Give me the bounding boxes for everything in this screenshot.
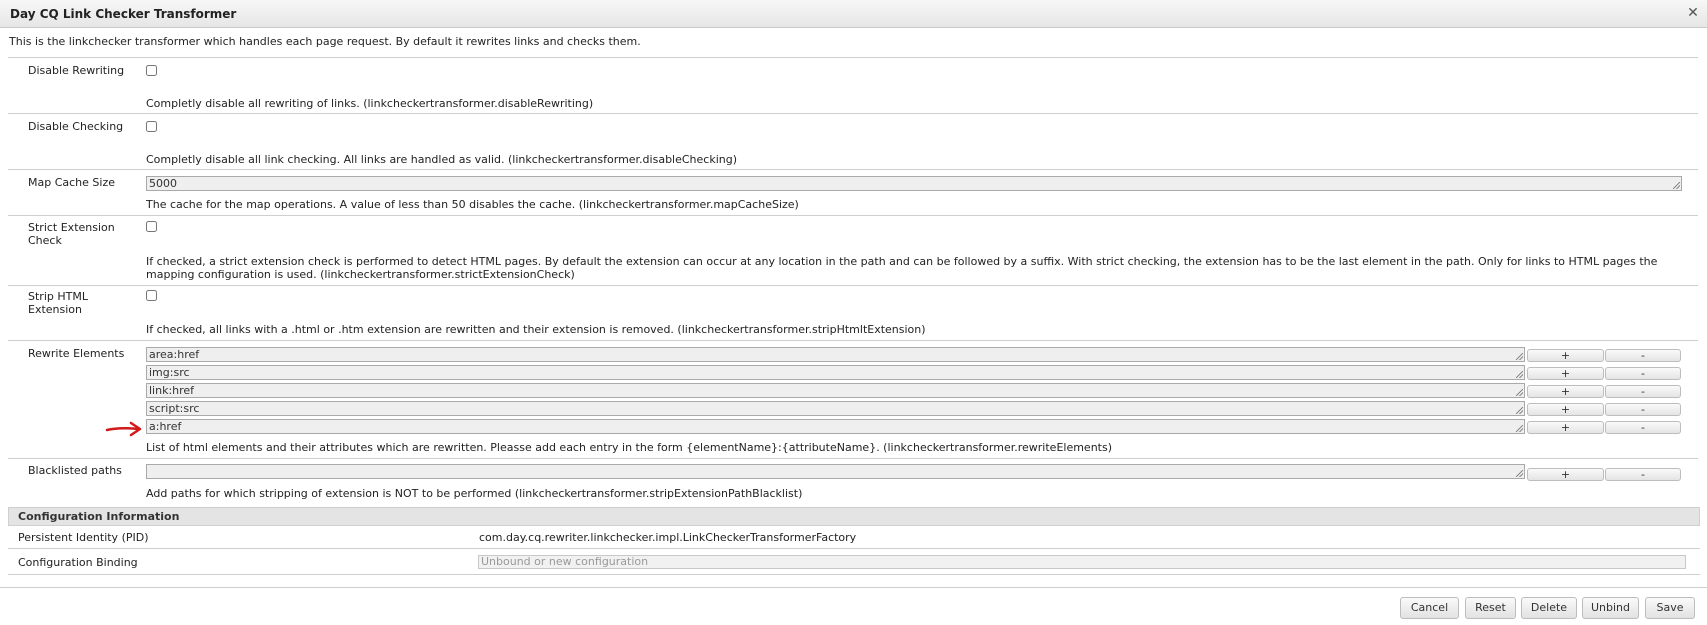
add-entry-button[interactable]: +: [1527, 385, 1604, 398]
divider: [8, 285, 1698, 286]
rewrite-element-value: img:src: [149, 366, 190, 379]
blacklisted-paths-help: Add paths for which stripping of extensi…: [146, 487, 803, 500]
rewrite-element-input[interactable]: a:href: [146, 419, 1525, 434]
blacklisted-paths-label: Blacklisted paths: [28, 464, 122, 477]
rewrite-element-input[interactable]: script:src: [146, 401, 1525, 416]
pid-value: com.day.cq.rewriter.linkchecker.impl.Lin…: [479, 531, 857, 544]
disable-checking-checkbox[interactable]: [146, 121, 157, 132]
rewrite-elements-help: List of html elements and their attribut…: [146, 441, 1113, 454]
divider: [8, 574, 1700, 575]
add-entry-button[interactable]: +: [1527, 403, 1604, 416]
rewrite-element-input[interactable]: link:href: [146, 383, 1525, 398]
resize-grip-icon[interactable]: [1673, 182, 1680, 189]
remove-entry-button[interactable]: -: [1605, 403, 1681, 416]
add-entry-button[interactable]: +: [1527, 421, 1604, 434]
config-info-heading: Configuration Information: [18, 510, 180, 523]
close-icon[interactable]: ✕: [1685, 5, 1701, 21]
red-arrow-icon: [105, 421, 142, 437]
rewrite-element-value: link:href: [149, 384, 195, 397]
disable-rewriting-help: Completly disable all rewriting of links…: [146, 97, 594, 110]
strict-extension-check-checkbox[interactable]: [146, 221, 157, 232]
resize-grip-icon[interactable]: [1516, 371, 1523, 378]
resize-grip-icon[interactable]: [1516, 407, 1523, 414]
cancel-button[interactable]: Cancel: [1400, 597, 1459, 619]
binding-field[interactable]: Unbound or new configuration: [478, 555, 1686, 569]
dialog-title: Day CQ Link Checker Transformer: [10, 7, 237, 21]
divider: [8, 215, 1698, 216]
binding-label: Configuration Binding: [18, 556, 138, 569]
save-button[interactable]: Save: [1645, 597, 1695, 619]
dialog-titlebar: Day CQ Link Checker Transformer ✕: [0, 0, 1707, 28]
map-cache-size-label: Map Cache Size: [28, 176, 115, 189]
strip-html-extension-checkbox[interactable]: [146, 290, 157, 301]
strict-extension-check-label: Strict Extension Check: [28, 221, 115, 247]
pid-label: Persistent Identity (PID): [18, 531, 149, 544]
blacklisted-path-input[interactable]: [146, 464, 1525, 479]
delete-button[interactable]: Delete: [1521, 597, 1577, 619]
divider: [8, 548, 1700, 549]
disable-checking-label: Disable Checking: [28, 120, 124, 133]
rewrite-element-value: area:href: [149, 348, 200, 361]
rewrite-element-input[interactable]: img:src: [146, 365, 1525, 380]
binding-placeholder: Unbound or new configuration: [481, 555, 649, 568]
unbind-button[interactable]: Unbind: [1582, 597, 1639, 619]
resize-grip-icon[interactable]: [1516, 353, 1523, 360]
disable-checking-help: Completly disable all link checking. All…: [146, 153, 738, 166]
remove-entry-button[interactable]: -: [1605, 385, 1681, 398]
resize-grip-icon[interactable]: [1516, 389, 1523, 396]
divider: [8, 169, 1698, 170]
footer-divider: [0, 587, 1707, 588]
disable-rewriting-checkbox[interactable]: [146, 65, 157, 76]
rewrite-element-value: a:href: [149, 420, 182, 433]
reset-button[interactable]: Reset: [1465, 597, 1516, 619]
rewrite-element-value: script:src: [149, 402, 200, 415]
add-entry-button[interactable]: +: [1527, 468, 1604, 481]
config-info-header: Configuration Information: [8, 507, 1700, 526]
remove-entry-button[interactable]: -: [1605, 367, 1681, 380]
divider: [8, 57, 1698, 58]
map-cache-size-value: 5000: [149, 177, 177, 190]
resize-grip-icon[interactable]: [1516, 470, 1523, 477]
resize-grip-icon[interactable]: [1516, 425, 1523, 432]
map-cache-size-input[interactable]: 5000: [146, 176, 1682, 191]
strip-html-extension-help: If checked, all links with a .html or .h…: [146, 323, 926, 336]
divider: [8, 113, 1698, 114]
disable-rewriting-label: Disable Rewriting: [28, 64, 125, 77]
remove-entry-button[interactable]: -: [1605, 468, 1681, 481]
strict-extension-check-help: If checked, a strict extension check is …: [146, 255, 1658, 281]
remove-entry-button[interactable]: -: [1605, 421, 1681, 434]
add-entry-button[interactable]: +: [1527, 349, 1604, 362]
divider: [8, 340, 1698, 341]
dialog-description: This is the linkchecker transformer whic…: [9, 35, 641, 48]
rewrite-element-input[interactable]: area:href: [146, 347, 1525, 362]
map-cache-size-help: The cache for the map operations. A valu…: [146, 198, 799, 211]
strip-html-extension-label: Strip HTML Extension: [28, 290, 88, 316]
rewrite-elements-label: Rewrite Elements: [28, 347, 125, 360]
add-entry-button[interactable]: +: [1527, 367, 1604, 380]
divider: [8, 458, 1698, 459]
remove-entry-button[interactable]: -: [1605, 349, 1681, 362]
